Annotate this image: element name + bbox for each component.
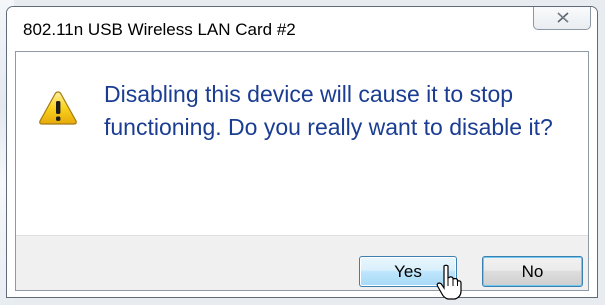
button-bar: Yes No [16, 235, 588, 290]
confirm-disable-dialog: 802.11n USB Wireless LAN Card #2 Disabli… [6, 6, 598, 298]
hand-pointer-cursor-icon [436, 264, 462, 300]
warning-icon [39, 91, 77, 125]
window-title: 802.11n USB Wireless LAN Card #2 [23, 20, 296, 39]
message-area: Disabling this device will cause it to s… [16, 52, 588, 235]
no-button[interactable]: No [482, 256, 583, 287]
title-bar[interactable]: 802.11n USB Wireless LAN Card #2 [7, 7, 597, 51]
message-text: Disabling this device will cause it to s… [104, 81, 553, 140]
close-button[interactable] [533, 7, 591, 30]
close-x-icon [557, 12, 569, 23]
dialog-body-frame: Disabling this device will cause it to s… [15, 51, 589, 291]
